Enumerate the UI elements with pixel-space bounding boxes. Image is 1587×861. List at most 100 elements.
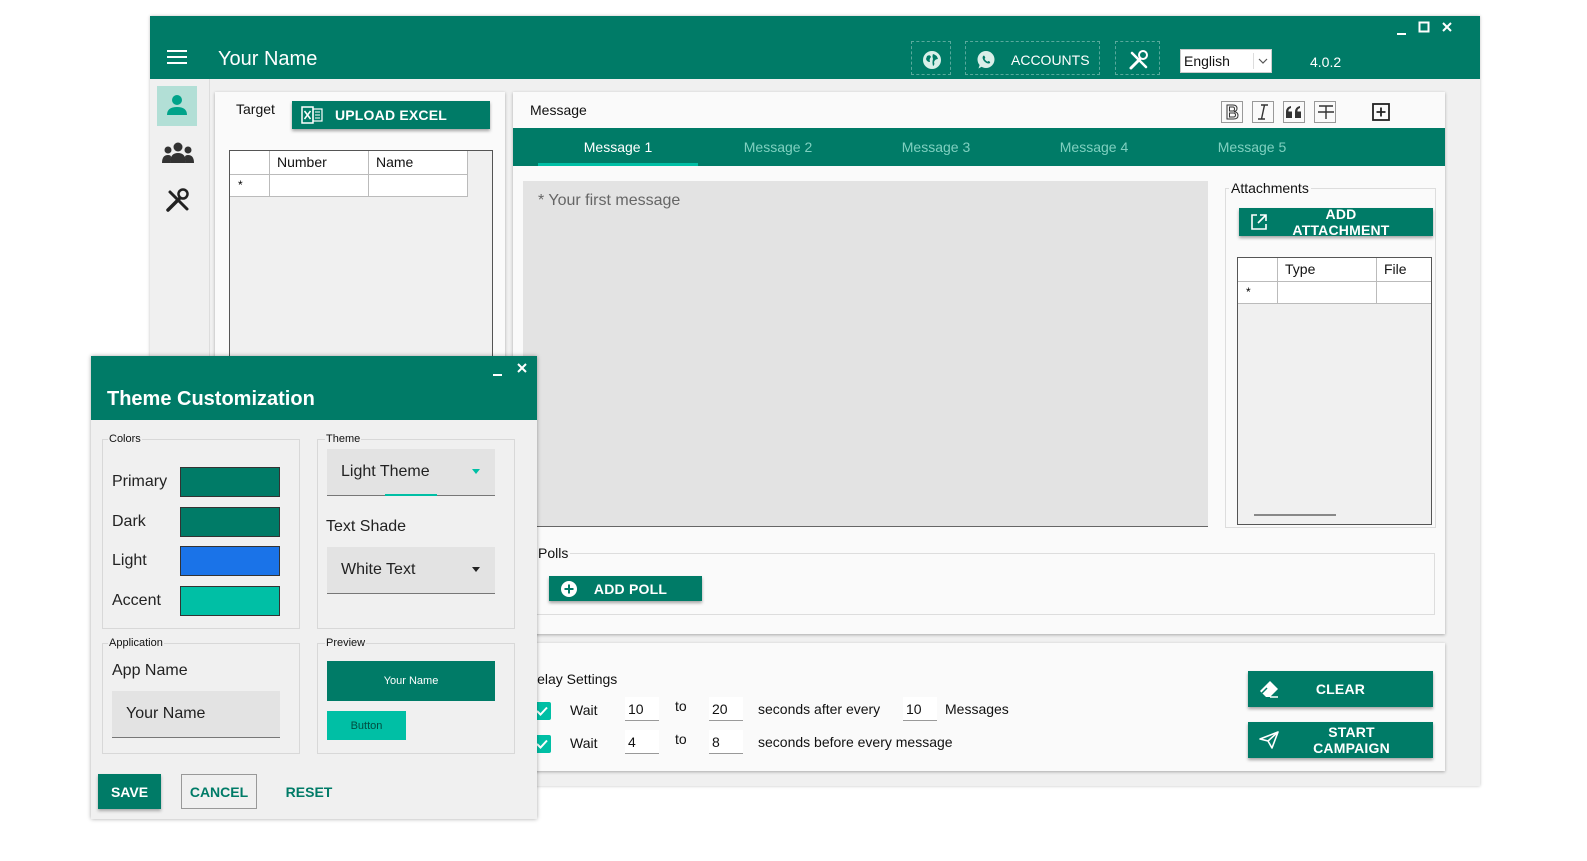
dark-color-swatch[interactable] [180,507,280,537]
primary-color-swatch[interactable] [180,467,280,497]
colors-group-title: Colors [108,433,142,445]
italic-button[interactable] [1252,101,1274,123]
cancel-button[interactable]: CANCEL [181,774,257,809]
add-box-icon[interactable] [1371,102,1391,122]
light-color-swatch[interactable] [180,546,280,576]
tab-message-1[interactable]: Message 1 [538,128,698,166]
message-tabs: Message 1 Message 2 Message 3 Message 4 … [513,128,1445,166]
menu-icon[interactable] [167,49,187,65]
start-campaign-button[interactable]: START CAMPAIGN [1248,722,1433,758]
sidebar-item-contact[interactable] [157,86,197,126]
app-name-value: Your Name [126,705,206,722]
upload-excel-label: UPLOAD EXCEL [334,107,448,123]
minimize-icon[interactable] [1396,24,1408,36]
language-select[interactable]: English [1180,49,1272,73]
attachments-label: Attachments [1229,180,1311,196]
attachments-grid-header: Type File [1238,258,1431,282]
delay-after-max-input[interactable]: 20 [709,697,743,721]
target-grid-header: Number Name [230,151,468,175]
theme-select[interactable]: Light Theme [327,449,495,496]
globe-icon [922,50,942,70]
sidebar-item-groups[interactable] [162,141,194,165]
tab-message-4[interactable]: Message 4 [1014,128,1174,166]
strikethrough-button[interactable] [1314,101,1336,123]
globe-button[interactable] [911,41,951,75]
text-shade-label: Text Shade [326,518,407,535]
table-row[interactable]: * [1238,282,1431,304]
delay-settings-label: Delay Settings [527,671,618,687]
close-icon[interactable] [516,362,528,374]
accent-label: Accent [112,592,161,609]
delay-panel: Delay Settings Wait 10 to 20 seconds aft… [513,643,1445,771]
delay-before-max-input[interactable]: 8 [709,730,743,754]
sidebar-item-tools[interactable] [165,187,191,213]
accounts-button[interactable]: ACCOUNTS [965,41,1100,75]
column-header-number[interactable]: Number [270,151,369,175]
application-group-title: Application [108,637,164,649]
message-panel: Message Message 1 Message 2 Message 3 Me… [513,92,1445,634]
message-textarea[interactable]: * Your first message [523,181,1208,527]
minimize-icon[interactable] [492,365,504,377]
focus-indicator [385,494,437,496]
save-button[interactable]: SAVE [98,774,161,809]
start-campaign-label: START CAMPAIGN [1313,724,1390,756]
tools-icon [1128,49,1150,71]
primary-label: Primary [112,473,168,490]
number-cell[interactable] [270,175,369,197]
clear-button[interactable]: CLEAR [1248,671,1433,707]
group-icon [162,141,194,165]
accent-color-swatch[interactable] [180,586,280,616]
column-header-name[interactable]: Name [369,151,468,175]
row-header-cell [1238,258,1278,282]
close-icon[interactable] [1441,21,1453,33]
column-header-file[interactable]: File [1377,258,1431,282]
name-cell[interactable] [369,175,468,197]
italic-icon [1255,103,1271,121]
dropdown-arrow-icon [471,469,481,475]
message-placeholder: * Your first message [538,192,681,209]
theme-select-value: Light Theme [341,463,430,480]
bold-button[interactable] [1221,101,1243,123]
delay-before-min-input[interactable]: 4 [625,730,659,754]
file-cell[interactable] [1377,282,1431,304]
tools-icon [165,187,191,213]
delay-after-min-input[interactable]: 10 [625,697,659,721]
quote-button[interactable] [1283,101,1305,123]
person-icon [165,93,189,117]
add-circle-icon [549,580,589,598]
attachments-grid[interactable]: Type File * [1237,257,1432,525]
table-row[interactable]: * [230,175,468,197]
column-header-type[interactable]: Type [1278,258,1377,282]
to-label: to [675,731,687,747]
strikethrough-icon [1317,103,1335,121]
upload-excel-button[interactable]: UPLOAD EXCEL [292,101,490,129]
tab-message-2[interactable]: Message 2 [698,128,858,166]
bold-icon [1224,103,1240,121]
eraser-icon [1248,679,1290,699]
text-shade-select[interactable]: White Text [327,547,495,594]
app-name-label: App Name [112,662,188,679]
dark-label: Dark [112,513,146,530]
app-name-input[interactable]: Your Name [112,691,280,738]
dropdown-arrow-icon [471,567,481,573]
send-icon [1248,731,1290,749]
active-tab-indicator [538,163,698,166]
add-poll-button[interactable]: ADD POLL [549,576,702,601]
wait-label: Wait [570,702,598,718]
theme-customization-dialog: Theme Customization Colors Primary Dark … [91,356,537,819]
messages-label: Messages [945,701,1009,717]
reset-button[interactable]: RESET [277,774,341,809]
tab-message-3[interactable]: Message 3 [856,128,1016,166]
horizontal-scrollbar[interactable] [1254,514,1336,516]
tab-message-5[interactable]: Message 5 [1172,128,1332,166]
new-row-marker: * [230,175,270,197]
message-count-input[interactable]: 10 [903,697,937,721]
maximize-icon[interactable] [1418,21,1430,33]
title-bar: Your Name ACCOUNTS English 4.0.2 [150,16,1480,79]
add-attachment-label: ADD ATTACHMENT [1292,206,1390,238]
tools-button[interactable] [1115,41,1160,75]
target-label: Target [236,101,275,117]
add-attachment-button[interactable]: ADD ATTACHMENT [1239,206,1433,238]
type-cell[interactable] [1278,282,1377,304]
light-label: Light [112,552,147,569]
